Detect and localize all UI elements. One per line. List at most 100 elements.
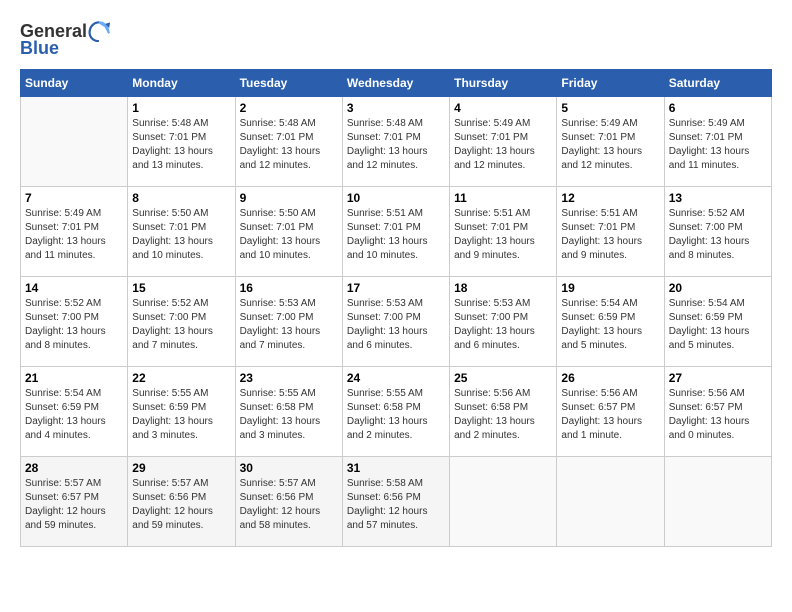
calendar-cell: 4 Sunrise: 5:49 AMSunset: 7:01 PMDaylight…	[450, 97, 557, 187]
day-number: 2	[240, 101, 338, 115]
day-number: 29	[132, 461, 230, 475]
calendar-cell: 9 Sunrise: 5:50 AMSunset: 7:01 PMDaylight…	[235, 187, 342, 277]
day-number: 21	[25, 371, 123, 385]
day-info: Sunrise: 5:57 AMSunset: 6:57 PMDaylight:…	[25, 477, 123, 533]
calendar-cell: 24Sunrise: 5:55 AMSunset: 6:58 PMDayligh…	[342, 367, 449, 457]
day-info: Sunrise: 5:49 AMSunset: 7:01 PMDaylight:…	[25, 207, 123, 263]
calendar-cell: 2 Sunrise: 5:48 AMSunset: 7:01 PMDaylight…	[235, 97, 342, 187]
day-number: 23	[240, 371, 338, 385]
calendar-header-wednesday: Wednesday	[342, 70, 449, 97]
day-number: 6	[669, 101, 767, 115]
week-row-1: 1 Sunrise: 5:48 AMSunset: 7:01 PMDaylight…	[21, 97, 772, 187]
calendar-cell	[664, 457, 771, 547]
calendar-cell: 1 Sunrise: 5:48 AMSunset: 7:01 PMDaylight…	[128, 97, 235, 187]
day-info: Sunrise: 5:48 AMSunset: 7:01 PMDaylight:…	[240, 117, 338, 173]
day-info: Sunrise: 5:56 AMSunset: 6:57 PMDaylight:…	[669, 387, 767, 443]
calendar-cell: 26 Sunrise: 5:56 AMSunset: 6:57 PMDayligh…	[557, 367, 664, 457]
logo-icon	[88, 20, 110, 42]
calendar-header-monday: Monday	[128, 70, 235, 97]
calendar-cell: 3 Sunrise: 5:48 AMSunset: 7:01 PMDaylight…	[342, 97, 449, 187]
day-number: 16	[240, 281, 338, 295]
day-info: Sunrise: 5:55 AMSunset: 6:58 PMDaylight:…	[347, 387, 445, 443]
day-number: 17	[347, 281, 445, 295]
week-row-5: 28 Sunrise: 5:57 AMSunset: 6:57 PMDayligh…	[21, 457, 772, 547]
day-info: Sunrise: 5:52 AMSunset: 7:00 PMDaylight:…	[669, 207, 767, 263]
logo-combined: General Blue	[20, 20, 110, 59]
day-info: Sunrise: 5:49 AMSunset: 7:01 PMDaylight:…	[561, 117, 659, 173]
day-info: Sunrise: 5:56 AMSunset: 6:57 PMDaylight:…	[561, 387, 659, 443]
calendar-header-saturday: Saturday	[664, 70, 771, 97]
day-number: 8	[132, 191, 230, 205]
logo-blue: Blue	[20, 38, 59, 59]
day-info: Sunrise: 5:50 AMSunset: 7:01 PMDaylight:…	[240, 207, 338, 263]
calendar-cell: 21Sunrise: 5:54 AMSunset: 6:59 PMDayligh…	[21, 367, 128, 457]
calendar-cell	[450, 457, 557, 547]
calendar-cell: 16 Sunrise: 5:53 AMSunset: 7:00 PMDayligh…	[235, 277, 342, 367]
day-info: Sunrise: 5:51 AMSunset: 7:01 PMDaylight:…	[454, 207, 552, 263]
calendar-cell: 15Sunrise: 5:52 AMSunset: 7:00 PMDayligh…	[128, 277, 235, 367]
calendar-cell: 5 Sunrise: 5:49 AMSunset: 7:01 PMDaylight…	[557, 97, 664, 187]
day-info: Sunrise: 5:50 AMSunset: 7:01 PMDaylight:…	[132, 207, 230, 263]
day-number: 26	[561, 371, 659, 385]
day-info: Sunrise: 5:53 AMSunset: 7:00 PMDaylight:…	[347, 297, 445, 353]
calendar-header-sunday: Sunday	[21, 70, 128, 97]
day-number: 27	[669, 371, 767, 385]
calendar-header-friday: Friday	[557, 70, 664, 97]
day-number: 12	[561, 191, 659, 205]
week-row-2: 7Sunrise: 5:49 AMSunset: 7:01 PMDaylight…	[21, 187, 772, 277]
calendar-cell: 8 Sunrise: 5:50 AMSunset: 7:01 PMDaylight…	[128, 187, 235, 277]
calendar-cell: 13 Sunrise: 5:52 AMSunset: 7:00 PMDayligh…	[664, 187, 771, 277]
calendar-header-row: SundayMondayTuesdayWednesdayThursdayFrid…	[21, 70, 772, 97]
calendar-cell: 12 Sunrise: 5:51 AMSunset: 7:01 PMDayligh…	[557, 187, 664, 277]
day-number: 4	[454, 101, 552, 115]
day-info: Sunrise: 5:48 AMSunset: 7:01 PMDaylight:…	[132, 117, 230, 173]
day-number: 14	[25, 281, 123, 295]
day-info: Sunrise: 5:57 AMSunset: 6:56 PMDaylight:…	[240, 477, 338, 533]
day-info: Sunrise: 5:54 AMSunset: 6:59 PMDaylight:…	[669, 297, 767, 353]
day-info: Sunrise: 5:51 AMSunset: 7:01 PMDaylight:…	[561, 207, 659, 263]
day-info: Sunrise: 5:48 AMSunset: 7:01 PMDaylight:…	[347, 117, 445, 173]
calendar-cell: 7Sunrise: 5:49 AMSunset: 7:01 PMDaylight…	[21, 187, 128, 277]
day-info: Sunrise: 5:55 AMSunset: 6:58 PMDaylight:…	[240, 387, 338, 443]
day-info: Sunrise: 5:53 AMSunset: 7:00 PMDaylight:…	[454, 297, 552, 353]
calendar-cell: 27 Sunrise: 5:56 AMSunset: 6:57 PMDayligh…	[664, 367, 771, 457]
day-info: Sunrise: 5:57 AMSunset: 6:56 PMDaylight:…	[132, 477, 230, 533]
calendar-cell: 28 Sunrise: 5:57 AMSunset: 6:57 PMDayligh…	[21, 457, 128, 547]
calendar-cell: 25 Sunrise: 5:56 AMSunset: 6:58 PMDayligh…	[450, 367, 557, 457]
calendar-cell: 14Sunrise: 5:52 AMSunset: 7:00 PMDayligh…	[21, 277, 128, 367]
day-info: Sunrise: 5:53 AMSunset: 7:00 PMDaylight:…	[240, 297, 338, 353]
day-info: Sunrise: 5:49 AMSunset: 7:01 PMDaylight:…	[669, 117, 767, 173]
page-header: General Blue	[20, 20, 772, 59]
day-number: 9	[240, 191, 338, 205]
day-info: Sunrise: 5:51 AMSunset: 7:01 PMDaylight:…	[347, 207, 445, 263]
calendar-cell: 17 Sunrise: 5:53 AMSunset: 7:00 PMDayligh…	[342, 277, 449, 367]
calendar-cell: 20 Sunrise: 5:54 AMSunset: 6:59 PMDayligh…	[664, 277, 771, 367]
day-number: 25	[454, 371, 552, 385]
calendar-cell	[21, 97, 128, 187]
calendar-header-tuesday: Tuesday	[235, 70, 342, 97]
week-row-4: 21Sunrise: 5:54 AMSunset: 6:59 PMDayligh…	[21, 367, 772, 457]
day-number: 5	[561, 101, 659, 115]
day-number: 3	[347, 101, 445, 115]
day-number: 1	[132, 101, 230, 115]
calendar-cell: 31 Sunrise: 5:58 AMSunset: 6:56 PMDayligh…	[342, 457, 449, 547]
day-info: Sunrise: 5:49 AMSunset: 7:01 PMDaylight:…	[454, 117, 552, 173]
day-number: 28	[25, 461, 123, 475]
day-number: 11	[454, 191, 552, 205]
day-number: 19	[561, 281, 659, 295]
calendar-cell: 11 Sunrise: 5:51 AMSunset: 7:01 PMDayligh…	[450, 187, 557, 277]
day-number: 30	[240, 461, 338, 475]
day-number: 20	[669, 281, 767, 295]
day-info: Sunrise: 5:56 AMSunset: 6:58 PMDaylight:…	[454, 387, 552, 443]
calendar-cell: 19Sunrise: 5:54 AMSunset: 6:59 PMDayligh…	[557, 277, 664, 367]
calendar-cell: 6 Sunrise: 5:49 AMSunset: 7:01 PMDaylight…	[664, 97, 771, 187]
day-info: Sunrise: 5:55 AMSunset: 6:59 PMDaylight:…	[132, 387, 230, 443]
calendar-cell: 18Sunrise: 5:53 AMSunset: 7:00 PMDayligh…	[450, 277, 557, 367]
calendar-header-thursday: Thursday	[450, 70, 557, 97]
calendar-cell: 30 Sunrise: 5:57 AMSunset: 6:56 PMDayligh…	[235, 457, 342, 547]
day-number: 31	[347, 461, 445, 475]
day-number: 15	[132, 281, 230, 295]
calendar-cell: 23 Sunrise: 5:55 AMSunset: 6:58 PMDayligh…	[235, 367, 342, 457]
day-info: Sunrise: 5:58 AMSunset: 6:56 PMDaylight:…	[347, 477, 445, 533]
day-number: 13	[669, 191, 767, 205]
